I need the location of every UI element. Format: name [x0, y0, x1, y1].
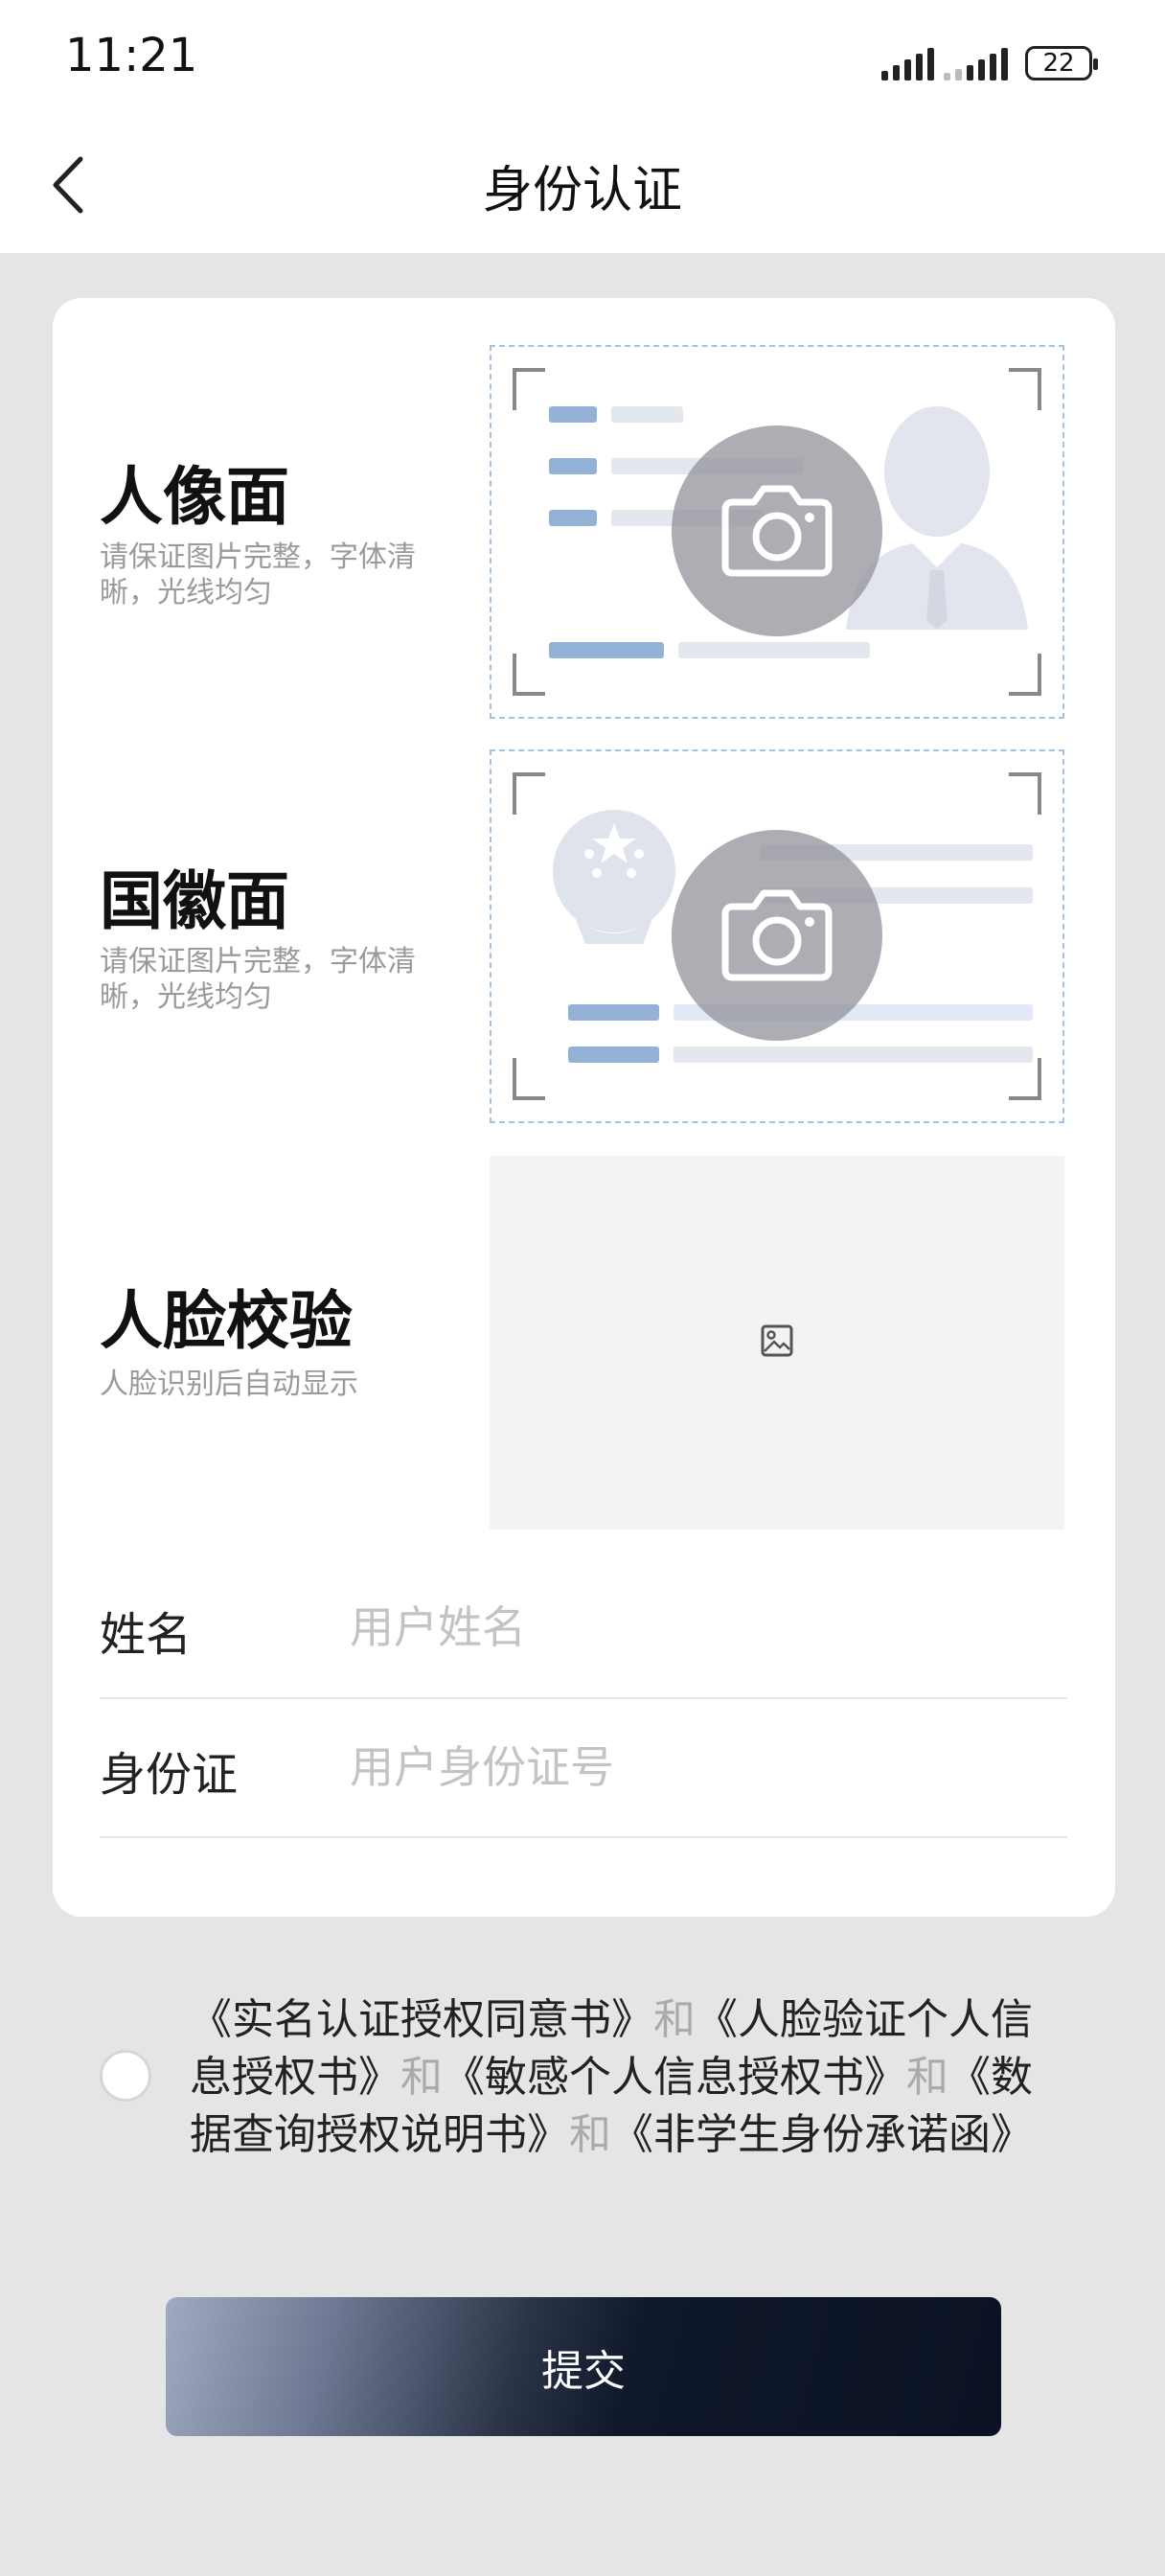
frame-corner: [513, 1058, 545, 1100]
and-text: 和: [400, 2053, 443, 2102]
battery-icon: 22: [1025, 46, 1098, 80]
portrait-side-title: 人像面: [100, 460, 289, 534]
emblem-side-desc: 请保证图片完整，字体清晰，光线均匀: [100, 945, 416, 1014]
name-input[interactable]: [350, 1594, 1020, 1661]
agreement-link-non-student[interactable]: 《非学生身份承诺函》: [611, 2110, 1033, 2159]
divider: [100, 1697, 1067, 1699]
status-time: 11:21: [65, 29, 198, 82]
id-label: 身份证: [100, 1748, 239, 1802]
agreement-checkbox[interactable]: [100, 2050, 151, 2102]
name-label: 姓名: [100, 1608, 193, 1662]
and-text: 和: [906, 2053, 948, 2102]
agreement-text: 《实名认证授权同意书》和《人脸验证个人信息授权书》和《敏感个人信息授权书》和《数…: [190, 1991, 1071, 2164]
card-line: [568, 1004, 659, 1021]
agreement-link-auth-consent[interactable]: 《实名认证授权同意书》: [190, 1995, 653, 2044]
signal-icon: [881, 48, 934, 80]
and-text: 和: [653, 1995, 696, 2044]
camera-icon: [721, 889, 833, 981]
status-icons: 22: [881, 36, 1098, 80]
divider: [100, 1836, 1067, 1838]
card-line: [678, 642, 870, 658]
card-line: [549, 458, 597, 474]
agreement-link-sensitive-info[interactable]: 《敏感个人信息授权书》: [443, 2053, 906, 2102]
battery-level: 22: [1042, 49, 1075, 78]
national-emblem-icon: [553, 810, 675, 944]
frame-corner: [513, 368, 545, 410]
portrait-upload-box[interactable]: [490, 345, 1064, 719]
id-number-input[interactable]: [350, 1734, 1020, 1801]
page-title: 身份认证: [482, 162, 682, 219]
submit-button[interactable]: 提交: [166, 2297, 1001, 2436]
frame-corner: [513, 654, 545, 696]
camera-button[interactable]: [672, 426, 882, 636]
face-check-desc: 人脸识别后自动显示: [100, 1368, 358, 1401]
emblem-upload-box[interactable]: [490, 749, 1064, 1123]
card-line: [549, 642, 664, 658]
emblem-side-title: 国徽面: [100, 864, 289, 938]
card-line: [611, 406, 683, 423]
camera-icon: [721, 485, 833, 577]
card-line: [549, 510, 597, 526]
card-line: [568, 1046, 659, 1063]
frame-corner: [513, 772, 545, 815]
portrait-side-desc: 请保证图片完整，字体清晰，光线均匀: [100, 540, 416, 610]
frame-corner: [1009, 654, 1041, 696]
frame-corner: [1009, 1058, 1041, 1100]
and-text: 和: [569, 2110, 611, 2159]
card-line: [549, 406, 597, 423]
camera-button[interactable]: [672, 830, 882, 1041]
face-check-title: 人脸校验: [100, 1284, 353, 1358]
frame-corner: [1009, 772, 1041, 815]
image-placeholder-icon: [761, 1324, 793, 1357]
face-image-box: [490, 1156, 1064, 1530]
signal-icon-secondary: [944, 48, 1008, 80]
card-line: [674, 1046, 1033, 1063]
